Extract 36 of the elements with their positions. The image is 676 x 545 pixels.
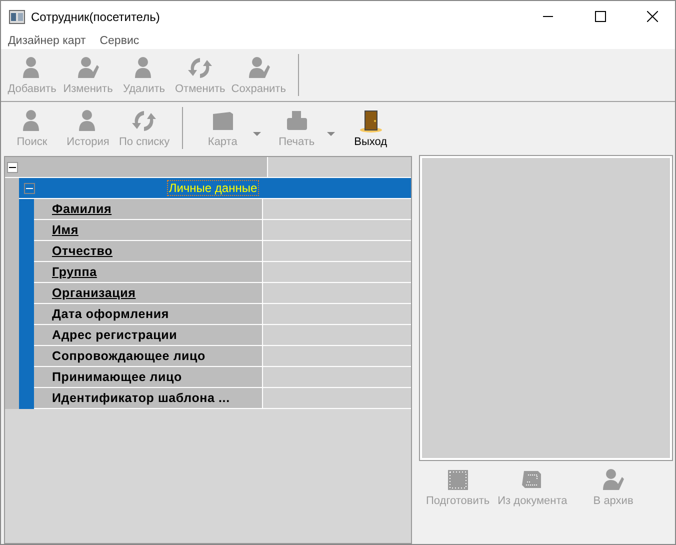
- field-value[interactable]: [263, 346, 411, 366]
- group-row[interactable]: Личные данные: [19, 178, 411, 199]
- maximize-icon: [594, 11, 606, 22]
- window-title: Сотрудник(посетитель): [31, 10, 161, 24]
- field-value[interactable]: [263, 367, 411, 387]
- menu-item[interactable]: Сервис: [100, 34, 140, 46]
- refresh-icon: [187, 56, 214, 80]
- field-value[interactable]: [263, 199, 411, 219]
- field-value[interactable]: [263, 262, 411, 282]
- field-label: Группа: [34, 262, 263, 282]
- collapse-toggle[interactable]: [24, 182, 35, 194]
- field-value[interactable]: [263, 388, 411, 408]
- field-value[interactable]: [263, 241, 411, 261]
- person-icon: [600, 468, 626, 492]
- field-value[interactable]: [263, 220, 411, 240]
- field-value[interactable]: [263, 325, 411, 345]
- field-label: Организация: [34, 283, 263, 303]
- field-label: Идентификатор шаблона ...: [34, 388, 263, 408]
- collapse-toggle[interactable]: [7, 162, 18, 172]
- person-icon: [75, 56, 101, 80]
- field-value[interactable]: [263, 304, 411, 324]
- close-icon: [646, 11, 658, 22]
- field-value[interactable]: [263, 283, 411, 303]
- field-label: Имя: [34, 220, 263, 240]
- app-icon: [9, 10, 25, 24]
- field-label: Дата оформления: [34, 304, 263, 324]
- refresh-icon: [131, 108, 158, 132]
- door-icon: [358, 108, 384, 132]
- group-title: Личные данные: [168, 181, 258, 195]
- field-label: Фамилия: [34, 199, 263, 219]
- field-label: Сопровождающее лицо: [34, 346, 263, 366]
- toolbar-button[interactable]: Выход: [340, 106, 401, 150]
- field-label: Принимающее лицо: [34, 367, 263, 387]
- menu-item[interactable]: Дизайнер карт: [8, 34, 86, 46]
- field-label: Адрес регистрации: [34, 325, 263, 345]
- field-label: Отчество: [34, 241, 263, 261]
